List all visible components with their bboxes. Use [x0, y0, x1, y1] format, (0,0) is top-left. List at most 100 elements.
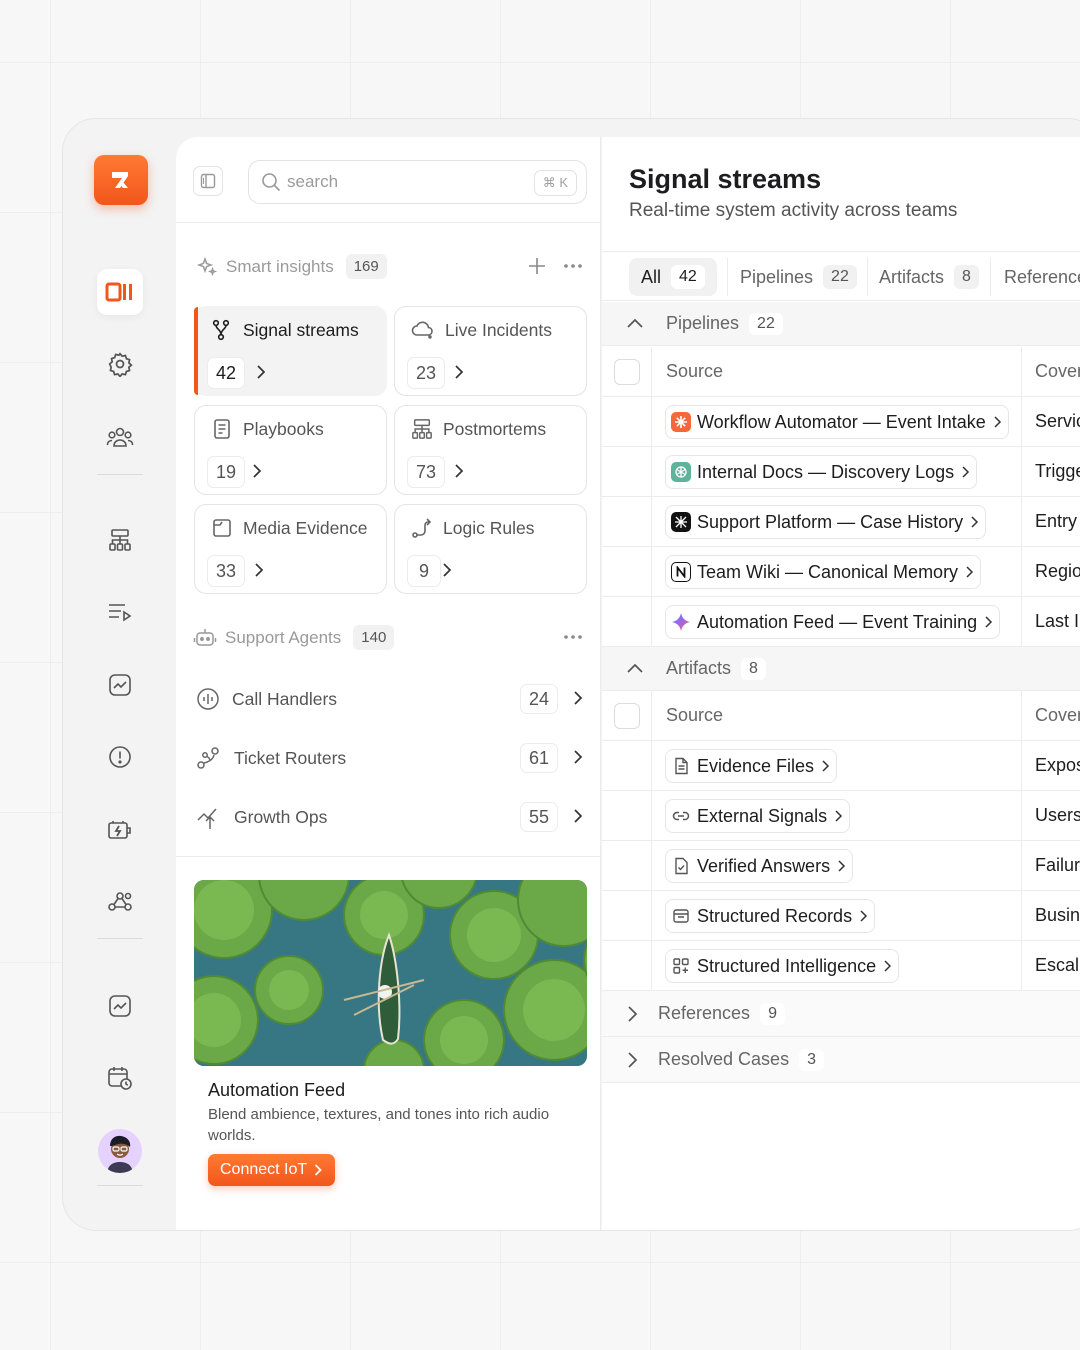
chevron-right-icon [628, 1051, 638, 1068]
workflow-automator-icon [671, 412, 691, 432]
support-agents-header: Support Agents 140 [193, 625, 395, 650]
gear-icon[interactable] [97, 341, 143, 387]
group-header-references[interactable]: References 9 [602, 991, 1080, 1037]
table-row[interactable]: External Signals Users [602, 791, 1080, 841]
cover-cell: Regio [1035, 561, 1080, 581]
group-header-resolved-cases[interactable]: Resolved Cases 3 [602, 1037, 1080, 1083]
chevron-right-icon [455, 464, 464, 478]
more-icon[interactable] [563, 256, 583, 281]
connect-iot-label: Connect IoT [220, 1161, 308, 1178]
document-icon [214, 419, 230, 439]
source-label: Automation Feed — Event Training [697, 611, 978, 632]
playlist-icon[interactable] [97, 589, 143, 635]
alert-icon[interactable] [97, 734, 143, 780]
table-row[interactable]: Internal Docs — Discovery Logs Trigge [602, 447, 1080, 497]
file-icon [671, 756, 691, 776]
card-playbooks[interactable]: Playbooks 19 [194, 405, 387, 495]
group-count: 22 [749, 312, 783, 335]
card-label: Logic Rules [443, 517, 535, 538]
card-signal-streams[interactable]: Signal streams 42 [194, 306, 387, 396]
calendar-clock-icon[interactable] [97, 1055, 143, 1101]
more-icon[interactable] [563, 627, 583, 652]
hierarchy-icon [412, 419, 432, 439]
group-count: 8 [741, 657, 766, 680]
battery-charge-icon[interactable] [97, 807, 143, 853]
table-row[interactable]: Automation Feed — Event Training Last I [602, 597, 1080, 647]
source-chip[interactable]: Support Platform — Case History [665, 505, 987, 539]
icon-rail [63, 119, 175, 1230]
table-row[interactable]: Support Platform — Case History Entry [602, 497, 1080, 547]
tab-count: 22 [823, 265, 857, 289]
agent-row-ticket-routers[interactable]: Ticket Routers 61 [196, 736, 588, 780]
search-icon [262, 173, 281, 192]
source-chip[interactable]: Evidence Files [665, 749, 838, 783]
source-chip[interactable]: Verified Answers [665, 849, 854, 883]
table-header-row: Source Cover [602, 691, 1080, 741]
card-count: 42 [207, 357, 246, 389]
group-label: Artifacts [666, 658, 732, 678]
source-chip[interactable]: Internal Docs — Discovery Logs [665, 455, 978, 489]
chevron-right-icon [822, 760, 830, 772]
search-input[interactable] [287, 172, 527, 192]
card-logic-rules[interactable]: Logic Rules 9 [394, 504, 587, 594]
hierarchy-icon[interactable] [97, 517, 143, 563]
archive-icon [671, 906, 691, 926]
group-label: Resolved Cases [658, 1049, 790, 1069]
sidebar-toggle-button[interactable] [193, 166, 223, 196]
source-chip[interactable]: Automation Feed — Event Training [665, 605, 1001, 639]
app-logo[interactable] [94, 155, 148, 205]
source-chip[interactable]: Workflow Automator — Event Intake [665, 405, 1009, 439]
chart-icon[interactable] [97, 983, 143, 1029]
select-all-checkbox[interactable] [614, 359, 640, 385]
avatar[interactable] [98, 1129, 142, 1173]
rail-divider [97, 474, 143, 475]
search-box[interactable]: ⌘ K [248, 160, 587, 204]
group-header-artifacts[interactable]: Artifacts 8 [602, 647, 1080, 691]
users-icon[interactable] [97, 414, 143, 460]
cover-cell: Failur [1035, 855, 1080, 875]
agent-row-call-handlers[interactable]: Call Handlers 24 [196, 677, 588, 721]
chevron-up-icon [627, 663, 643, 673]
tab-artifacts[interactable]: Artifacts 8 [867, 258, 991, 296]
promo-divider [176, 856, 600, 857]
card-media-evidence[interactable]: Media Evidence 33 [194, 504, 387, 594]
route-icon [412, 518, 432, 538]
source-chip[interactable]: External Signals [665, 799, 851, 833]
dashboard-icon[interactable] [97, 269, 143, 315]
chevron-right-icon [962, 466, 970, 478]
add-icon[interactable] [527, 256, 547, 281]
source-chip[interactable]: Structured Intelligence [665, 949, 900, 983]
connect-iot-button[interactable]: Connect IoT [208, 1154, 336, 1186]
table-row[interactable]: Verified Answers Failur [602, 841, 1080, 891]
chevron-right-icon [860, 910, 868, 922]
chevron-right-icon [838, 860, 846, 872]
agent-count: 55 [519, 802, 558, 832]
card-label: Signal streams [243, 319, 359, 340]
source-chip[interactable]: Team Wiki — Canonical Memory [665, 555, 982, 589]
card-postmortems[interactable]: Postmortems 73 [394, 405, 587, 495]
table-row[interactable]: Structured Records Busin [602, 891, 1080, 941]
tab-all[interactable]: All 42 [629, 258, 717, 296]
group-header-pipelines[interactable]: Pipelines 22 [602, 302, 1080, 346]
card-count: 23 [407, 357, 446, 389]
card-live-incidents[interactable]: Live Incidents 23 [394, 306, 587, 396]
source-label: Support Platform — Case History [697, 511, 964, 532]
table-row[interactable]: Structured Intelligence Escal [602, 941, 1080, 991]
internal-docs-icon [671, 462, 691, 482]
table-row[interactable]: Workflow Automator — Event Intake Servic [602, 397, 1080, 447]
select-all-checkbox[interactable] [614, 703, 640, 729]
source-label: Internal Docs — Discovery Logs [697, 461, 955, 482]
agent-row-growth-ops[interactable]: Growth Ops 55 [196, 795, 588, 839]
table-row[interactable]: Team Wiki — Canonical Memory Regio [602, 547, 1080, 597]
agent-count: 24 [519, 684, 558, 714]
cover-cell: Trigge [1035, 461, 1080, 481]
tab-pipelines[interactable]: Pipelines 22 [728, 258, 869, 296]
tab-reference[interactable]: Reference [992, 258, 1080, 296]
nodes-icon[interactable] [97, 879, 143, 925]
chart-icon[interactable] [97, 662, 143, 708]
support-agents-label: Support Agents [225, 627, 342, 647]
tab-divider [990, 258, 991, 296]
routing-icon [197, 747, 219, 769]
table-row[interactable]: Evidence Files Expos [602, 741, 1080, 791]
source-chip[interactable]: Structured Records [665, 899, 876, 933]
